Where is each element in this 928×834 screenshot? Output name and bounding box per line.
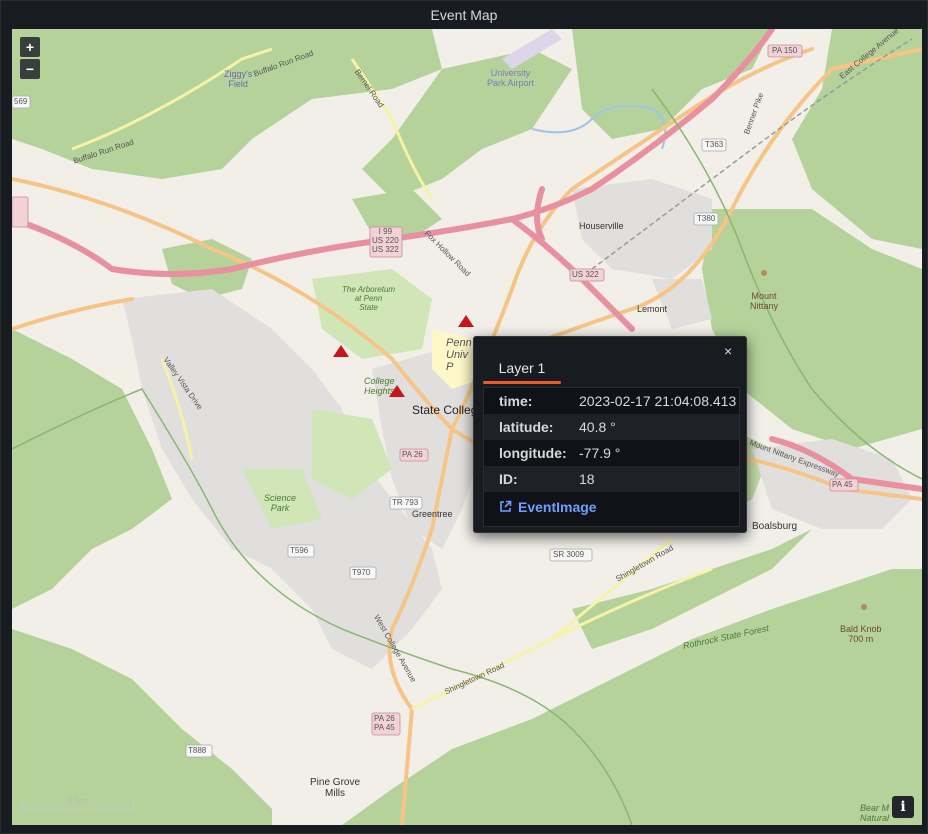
active-tab-indicator xyxy=(483,381,561,384)
zoom-out-button[interactable]: − xyxy=(20,59,40,79)
marker-layer xyxy=(333,315,474,397)
close-icon[interactable]: × xyxy=(724,343,732,359)
event-marker-1[interactable] xyxy=(333,345,349,357)
detail-value: 40.8 ° xyxy=(579,419,616,435)
detail-row-latitude: latitude: 40.8 ° xyxy=(484,414,739,440)
event-marker-2[interactable] xyxy=(458,315,474,327)
detail-row-time: time: 2023-02-17 21:04:08.413 xyxy=(484,388,739,414)
panel-title: Event Map xyxy=(430,7,498,23)
zoom-in-button[interactable]: + xyxy=(20,37,40,57)
detail-key: time: xyxy=(499,393,533,409)
detail-row-longitude: longitude: -77.9 ° xyxy=(484,440,739,466)
attribution-info-button[interactable]: i xyxy=(892,796,914,818)
detail-row-id: ID: 18 xyxy=(484,466,739,492)
event-image-link-label: EventImage xyxy=(518,499,597,515)
event-marker-3[interactable] xyxy=(389,385,405,397)
zoom-controls: + − xyxy=(20,37,40,79)
detail-key: latitude: xyxy=(499,419,554,435)
detail-value: 18 xyxy=(579,471,595,487)
map-canvas[interactable]: Ziggy's Field University Park Airport Ho… xyxy=(12,29,922,825)
tab-layer-1[interactable]: Layer 1 xyxy=(483,357,561,383)
scale-bar: 2 km xyxy=(22,795,134,810)
detail-value: 2023-02-17 21:04:08.413 xyxy=(579,393,737,409)
detail-key: ID: xyxy=(499,471,518,487)
popup-details: time: 2023-02-17 21:04:08.413 latitude: … xyxy=(483,387,740,527)
map-panel: Event Map Ziggy's Field University Park … xyxy=(0,0,928,834)
detail-value: -77.9 ° xyxy=(579,445,621,461)
event-popup: × Layer 1 time: 2023-02-17 21:04:08.413 … xyxy=(473,336,747,533)
event-image-link[interactable]: EventImage xyxy=(499,496,597,519)
external-link-icon xyxy=(499,497,512,519)
detail-key: longitude: xyxy=(499,445,567,461)
